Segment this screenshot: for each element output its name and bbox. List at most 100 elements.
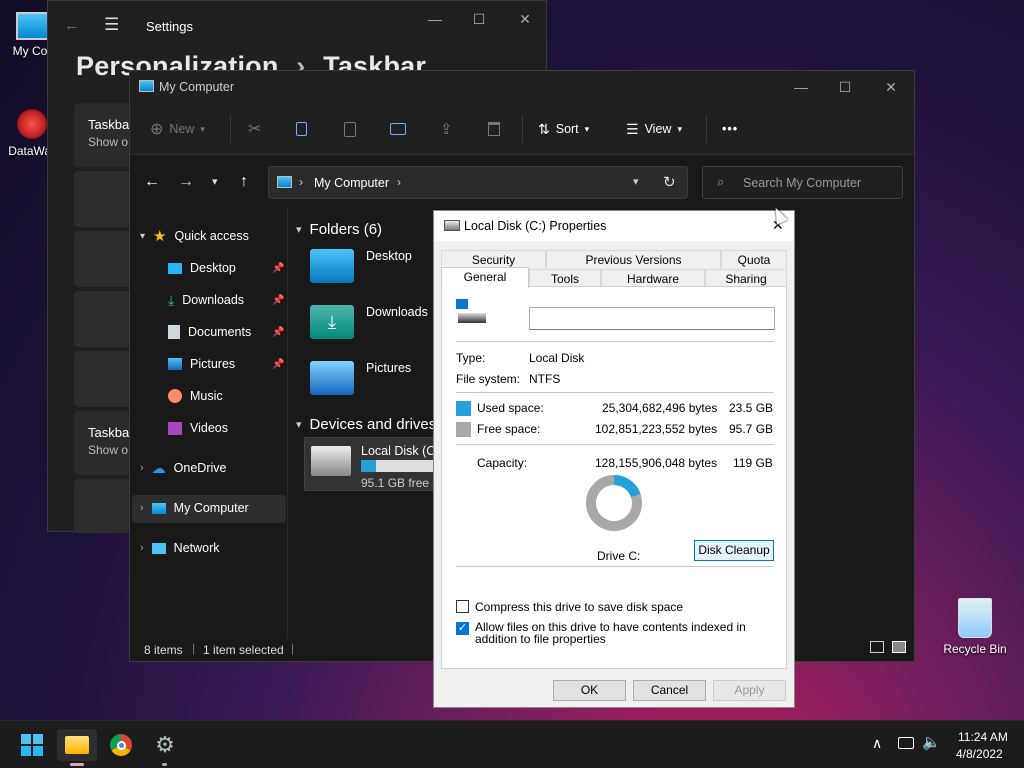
title-bar[interactable]: My Computer — ☐ ✕ — [130, 71, 914, 103]
drive-free-space: 95.1 GB free o — [361, 476, 440, 490]
forward-arrow-icon[interactable]: → — [178, 173, 194, 191]
search-input[interactable]: ⌕ Search My Computer — [702, 166, 903, 199]
monitor-icon — [16, 12, 50, 40]
taskbar-settings[interactable]: ⚙ — [145, 729, 185, 761]
clock-date[interactable]: 4/8/2022 — [956, 747, 1003, 761]
network-icon[interactable] — [898, 737, 914, 749]
trash-icon — [488, 122, 500, 136]
back-arrow-icon[interactable]: ← — [64, 17, 79, 34]
navigation-pane: ▾ ★ Quick access Desktop 📌 ⤓ Downloads 📌… — [130, 207, 288, 639]
folder-item[interactable]: Pictures — [310, 361, 411, 395]
close-button[interactable]: ✕ — [876, 77, 906, 97]
index-checkbox[interactable]: ✓ — [456, 622, 469, 635]
devices-section-header[interactable]: ▾ Devices and drives — [296, 416, 436, 433]
compress-checkbox[interactable] — [456, 600, 469, 613]
monitor-icon — [151, 502, 166, 514]
nav-label: Desktop — [190, 261, 236, 275]
hard-drive-icon — [456, 299, 486, 325]
tab-hardware[interactable]: Hardware — [601, 269, 705, 287]
nav-network[interactable]: › Network — [140, 535, 220, 561]
drive-name-input[interactable] — [529, 307, 775, 330]
chevron-right-icon: › — [140, 542, 144, 554]
pin-icon: 📌 — [272, 359, 285, 370]
tab-security[interactable]: Security — [441, 250, 546, 268]
disk-usage-donut — [586, 475, 642, 531]
close-button[interactable]: ✕ — [510, 9, 540, 29]
tab-previous-versions[interactable]: Previous Versions — [546, 250, 721, 268]
nav-desktop[interactable]: Desktop — [168, 255, 236, 281]
nav-documents[interactable]: Documents — [168, 319, 251, 345]
desktop-icon-recycle-bin[interactable]: Recycle Bin — [940, 598, 1010, 656]
desktop-icon — [168, 262, 182, 274]
back-arrow-icon[interactable]: ← — [144, 173, 160, 191]
nav-quick-access[interactable]: ▾ ★ Quick access — [140, 223, 249, 249]
nav-my-computer[interactable]: › My Computer — [140, 495, 249, 521]
sort-icon: ⇅ — [538, 120, 550, 137]
type-value: Local Disk — [529, 351, 585, 365]
folders-section-header[interactable]: ▾ Folders (6) — [296, 221, 382, 238]
tab-general[interactable]: General — [441, 267, 529, 288]
pin-icon: 📌 — [272, 263, 285, 274]
window-title: Settings — [146, 19, 193, 34]
desktop-folder-icon — [310, 249, 354, 283]
nav-downloads[interactable]: ⤓ Downloads — [168, 287, 244, 313]
file-system-value: NTFS — [529, 372, 561, 386]
chevron-down-icon: ▾ — [296, 419, 302, 431]
type-label: Type: — [456, 351, 486, 365]
volume-icon[interactable]: 🔈 — [922, 733, 941, 751]
ok-button[interactable]: OK — [553, 680, 626, 701]
paste-button[interactable] — [344, 117, 356, 141]
details-view-icon[interactable] — [870, 641, 884, 653]
copy-icon — [296, 122, 307, 136]
more-options-button[interactable]: ••• — [722, 117, 738, 141]
sort-button[interactable]: ⇅ Sort ▾ — [538, 117, 589, 141]
hamburger-menu-icon[interactable]: ☰ — [104, 15, 119, 35]
address-location[interactable]: My Computer — [314, 176, 389, 190]
folder-item[interactable]: ⤓ Downloads — [310, 305, 428, 339]
cut-button[interactable]: ✂ — [248, 117, 261, 141]
cancel-button[interactable]: Cancel — [633, 680, 706, 701]
apply-button[interactable]: Apply — [713, 680, 786, 701]
tab-tools[interactable]: Tools — [529, 269, 601, 287]
dialog-title-bar[interactable]: Local Disk (C:) Properties ✕ — [434, 211, 794, 241]
card-title: Taskba — [88, 117, 130, 132]
taskbar-file-explorer[interactable] — [57, 729, 97, 761]
tab-quota[interactable]: Quota — [721, 250, 787, 268]
music-icon — [168, 389, 182, 403]
video-icon — [168, 421, 182, 435]
start-button[interactable] — [12, 729, 52, 761]
taskbar-chrome[interactable] — [101, 729, 141, 761]
tab-sharing[interactable]: Sharing — [705, 269, 787, 287]
drive-item[interactable]: Local Disk (C: 95.1 GB free o — [304, 437, 439, 491]
nav-onedrive[interactable]: › ☁ OneDrive — [140, 455, 226, 481]
address-dropdown-icon[interactable]: ▾ — [633, 175, 639, 188]
recent-dropdown-icon[interactable]: ▾ — [212, 175, 218, 188]
address-bar[interactable]: › My Computer › ▾ ↻ — [268, 166, 688, 199]
folder-item[interactable]: Desktop — [310, 249, 412, 283]
drive-name: Local Disk (C: — [361, 444, 439, 458]
minimize-button[interactable]: — — [420, 9, 450, 29]
refresh-icon[interactable]: ↻ — [663, 173, 676, 191]
disk-cleanup-button[interactable]: Disk Cleanup — [694, 540, 774, 561]
cloud-icon: ☁ — [151, 459, 166, 476]
nav-pictures[interactable]: Pictures — [168, 351, 235, 377]
maximize-button[interactable]: ☐ — [830, 77, 860, 97]
clock-time[interactable]: 11:24 AM — [958, 730, 1008, 744]
rename-button[interactable] — [390, 117, 406, 141]
nav-music[interactable]: Music — [168, 383, 223, 409]
properties-dialog[interactable]: Local Disk (C:) Properties ✕ Security Pr… — [433, 210, 795, 708]
up-arrow-icon[interactable]: ↑ — [240, 173, 248, 191]
maximize-button[interactable]: ☐ — [464, 9, 494, 29]
view-button[interactable]: ☰ View ▾ — [626, 117, 682, 141]
minimize-button[interactable]: — — [786, 77, 816, 97]
tiles-view-icon[interactable] — [892, 641, 906, 653]
delete-button[interactable] — [488, 117, 500, 141]
capacity-gb: 119 GB — [733, 456, 773, 470]
folder-icon — [65, 736, 89, 754]
nav-videos[interactable]: Videos — [168, 415, 228, 441]
share-button[interactable]: ⇪ — [440, 117, 453, 141]
chevron-down-icon: ▾ — [677, 123, 682, 134]
show-hidden-icons-chevron[interactable]: ∧ — [872, 735, 882, 752]
copy-button[interactable] — [296, 117, 307, 141]
new-button[interactable]: ⊕ New ▾ — [150, 117, 205, 141]
